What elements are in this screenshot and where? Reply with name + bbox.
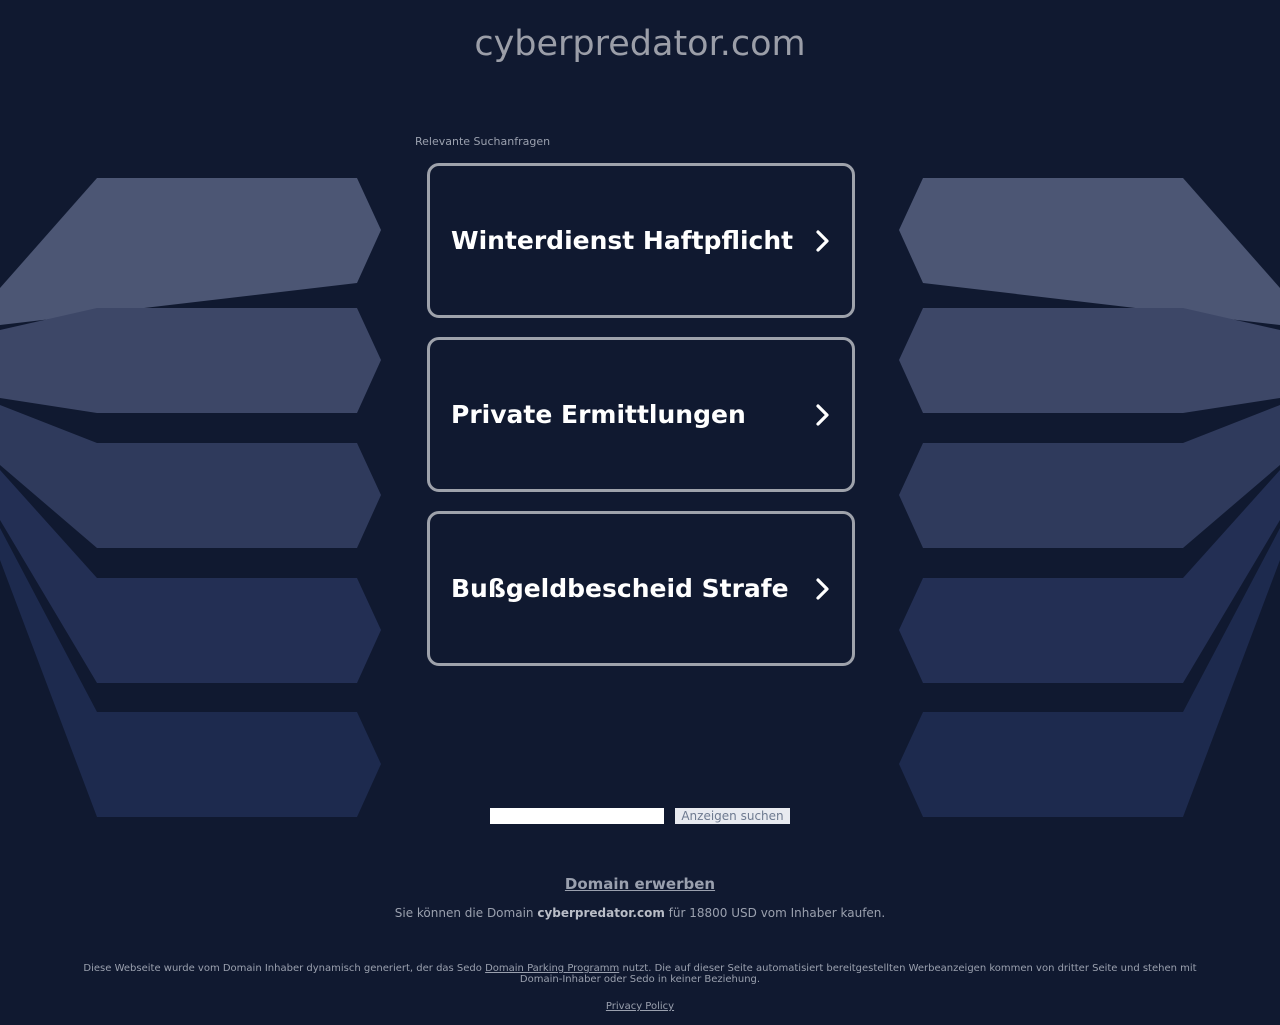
related-search-link-2[interactable]: Private Ermittlungen [427,337,855,492]
search-button[interactable]: Anzeigen suchen [675,808,790,824]
privacy-policy: Privacy Policy [0,1001,1280,1012]
related-search-link-3[interactable]: Bußgeldbescheid Strafe [427,511,855,666]
sale-text-prefix: Sie können die Domain [394,906,538,920]
buy-domain-link[interactable]: Domain erwerben [0,875,1280,893]
privacy-policy-link[interactable]: Privacy Policy [606,1001,674,1012]
disclaimer-prefix: Diese Webseite wurde vom Domain Inhaber … [83,963,486,974]
related-searches-label: Relevante Suchanfragen [415,135,551,148]
disclaimer-suffix: nutzt. Die auf dieser Seite automatisier… [519,963,1197,985]
related-search-link-1[interactable]: Winterdienst Haftpflicht [427,163,855,318]
chevron-right-icon [816,404,829,426]
sale-domain: cyberpredator.com [537,906,665,920]
search-input[interactable] [490,808,664,824]
sale-info-text: Sie können die Domain cyberpredator.com … [0,906,1280,920]
related-search-label: Private Ermittlungen [451,400,746,429]
domain-title: cyberpredator.com [474,24,806,64]
domain-parking-link[interactable]: Domain Parking Programm [485,963,619,974]
related-search-label: Bußgeldbescheid Strafe [451,574,789,603]
chevron-right-icon [816,230,829,252]
related-search-label: Winterdienst Haftpflicht [451,226,794,255]
chevron-right-icon [816,578,829,600]
parking-page: cyberpredator.com Relevante Suchanfragen… [0,0,1280,1025]
sale-text-suffix: für 18800 USD vom Inhaber kaufen. [664,906,886,920]
disclaimer-text: Diese Webseite wurde vom Domain Inhaber … [80,963,1200,985]
